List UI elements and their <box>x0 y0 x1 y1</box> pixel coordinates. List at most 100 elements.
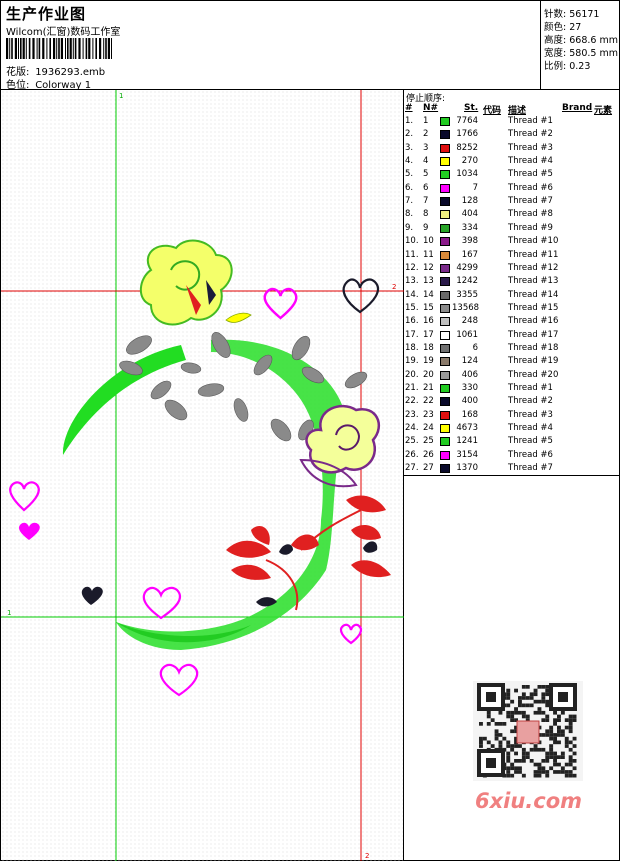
row-index: 20. <box>405 369 419 380</box>
watermark-brand: 6xiu.com <box>475 789 583 813</box>
row-needle: 19 <box>423 356 434 367</box>
row-description: Thread #5 <box>508 436 553 447</box>
table-row: 5. 5 1034 Thread #5 <box>404 169 620 182</box>
row-stitches: 1370 <box>456 463 478 474</box>
thread-color-swatch <box>440 263 450 273</box>
row-index: 11. <box>405 249 419 260</box>
row-needle: 21 <box>423 383 434 393</box>
row-index: 3. <box>405 142 414 153</box>
row-description: Thread #8 <box>508 209 553 220</box>
row-index: 21. <box>405 383 419 393</box>
thread-color-swatch <box>440 450 450 460</box>
row-stitches: 1766 <box>456 129 478 140</box>
thread-color-swatch <box>440 197 450 207</box>
row-index: 1. <box>405 116 414 126</box>
row-stitches: 13568 <box>452 302 480 313</box>
table-row: 17. 17 1061 Thread #17 <box>404 330 620 343</box>
row-index: 13. <box>405 276 419 287</box>
row-description: Thread #14 <box>508 289 559 300</box>
table-row: 21. 21 330 Thread #1 <box>404 383 620 396</box>
col-header-index: # <box>405 103 413 113</box>
table-row: 14. 14 3355 Thread #14 <box>404 290 620 303</box>
col-header-stitches: St. <box>464 103 479 113</box>
row-description: Thread #9 <box>508 222 553 233</box>
row-index: 4. <box>405 156 414 167</box>
barcode <box>6 38 112 59</box>
table-row: 3. 3 8252 Thread #3 <box>404 143 620 156</box>
row-stitches: 3154 <box>456 449 478 460</box>
row-description: Thread #4 <box>508 156 553 167</box>
row-needle: 7 <box>423 196 429 207</box>
row-stitches: 398 <box>461 236 478 247</box>
row-index: 14. <box>405 289 419 300</box>
row-description: Thread #11 <box>508 249 559 260</box>
table-row: 11. 11 167 Thread #11 <box>404 250 620 263</box>
thread-color-swatch <box>440 130 450 140</box>
design-stats: 针数: 56171 颜色: 27 高度: 668.6 mm 宽度: 580.5 … <box>541 1 620 90</box>
thread-color-swatch <box>440 277 450 287</box>
table-row: 7. 7 128 Thread #7 <box>404 196 620 209</box>
row-index: 17. <box>405 329 419 340</box>
thread-color-swatch <box>440 250 450 260</box>
thread-color-swatch <box>440 237 450 247</box>
row-stitches: 1034 <box>456 169 478 180</box>
table-row: 23. 23 168 Thread #3 <box>404 410 620 423</box>
thread-color-swatch <box>440 357 450 367</box>
row-stitches: 334 <box>461 222 478 233</box>
row-stitches: 3355 <box>456 289 478 300</box>
row-stitches: 400 <box>461 396 478 407</box>
row-index: 15. <box>405 302 419 313</box>
thread-color-swatch <box>440 157 450 167</box>
table-row: 15. 15 13568 Thread #15 <box>404 303 620 316</box>
thread-color-swatch <box>440 464 450 474</box>
colorway-label: 色位: <box>6 80 30 91</box>
row-needle: 9 <box>423 222 429 233</box>
row-needle: 16 <box>423 316 434 327</box>
table-row: 1. 1 7764 Thread #1 <box>404 116 620 129</box>
row-description: Thread #6 <box>508 182 553 193</box>
colorway-line: 色位: Colorway 1 <box>6 76 91 91</box>
row-description: Thread #13 <box>508 276 559 287</box>
row-stitches: 128 <box>461 196 478 207</box>
row-description: Thread #7 <box>508 196 553 207</box>
thread-color-swatch <box>440 343 450 353</box>
table-row: 9. 9 334 Thread #9 <box>404 223 620 236</box>
row-stitches: 1241 <box>456 436 478 447</box>
row-index: 22. <box>405 396 419 407</box>
row-description: Thread #1 <box>508 116 553 126</box>
thread-color-swatch <box>440 210 450 220</box>
col-header-brand: Brand <box>562 103 593 113</box>
thread-color-swatch <box>440 117 450 126</box>
row-description: Thread #19 <box>508 356 559 367</box>
row-needle: 26 <box>423 449 434 460</box>
row-stitches: 167 <box>461 249 478 260</box>
row-stitches: 404 <box>461 209 478 220</box>
row-index: 26. <box>405 449 419 460</box>
table-row: 12. 12 4299 Thread #12 <box>404 263 620 276</box>
row-needle: 14 <box>423 289 434 300</box>
table-row: 27. 27 1370 Thread #7 <box>404 463 620 476</box>
thread-color-swatch <box>440 143 450 153</box>
table-row: 18. 18 6 Thread #18 <box>404 343 620 356</box>
row-index: 12. <box>405 262 419 273</box>
row-index: 16. <box>405 316 419 327</box>
rose-top <box>139 239 252 326</box>
row-description: Thread #18 <box>508 342 559 353</box>
row-needle: 24 <box>423 423 434 434</box>
company-name: Wilcom(汇窗)数码工作室 <box>6 27 121 38</box>
row-stitches: 406 <box>461 369 478 380</box>
col-header-element: 元素 <box>594 106 613 116</box>
heart-filled-dark <box>81 586 103 605</box>
row-needle: 1 <box>423 116 429 126</box>
row-needle: 2 <box>423 129 429 140</box>
row-needle: 3 <box>423 142 429 153</box>
table-row: 8. 8 404 Thread #8 <box>404 209 620 222</box>
row-needle: 4 <box>423 156 429 167</box>
row-stitches: 8252 <box>456 142 478 153</box>
row-description: Thread #3 <box>508 142 553 153</box>
row-index: 25. <box>405 436 419 447</box>
row-description: Thread #4 <box>508 423 553 434</box>
guide-label-top: 1 <box>119 92 123 100</box>
row-needle: 8 <box>423 209 429 220</box>
thread-color-swatch <box>440 397 450 407</box>
